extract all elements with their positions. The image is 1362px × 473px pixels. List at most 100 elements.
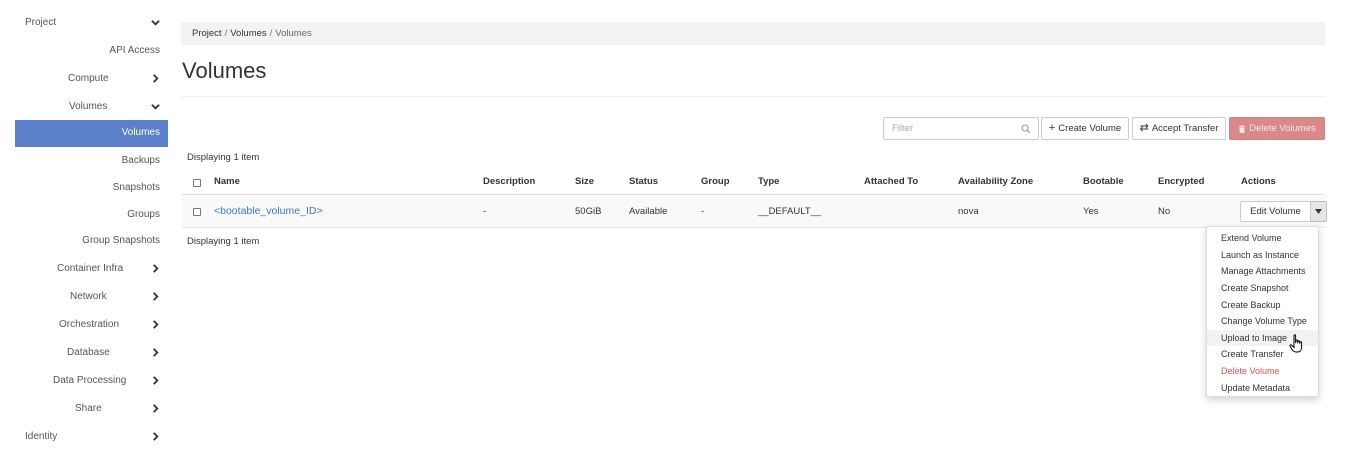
column-header-encrypted[interactable]: Encrypted xyxy=(1158,176,1204,187)
sidebar-item-network[interactable]: Network xyxy=(0,286,170,306)
chevron-right-icon xyxy=(150,430,160,442)
menu-item-manage-attachments[interactable]: Manage Attachments xyxy=(1207,263,1318,280)
volume-size: 50GiB xyxy=(575,206,602,217)
volume-type: __DEFAULT__ xyxy=(758,206,822,217)
column-header-name[interactable]: Name xyxy=(214,176,240,187)
breadcrumb-separator: / xyxy=(269,28,273,39)
delete-volumes-button[interactable]: Delete Volumes xyxy=(1229,117,1325,140)
sidebar-item-label: Backups xyxy=(121,154,160,166)
sidebar-item-label: Groups xyxy=(127,208,160,220)
menu-item-create-snapshot[interactable]: Create Snapshot xyxy=(1207,280,1318,297)
exchange-icon: ⇄ xyxy=(1139,122,1149,134)
sidebar-item-label: Project xyxy=(25,16,57,28)
row-checkbox[interactable] xyxy=(193,208,201,216)
displaying-count-top: Displaying 1 item xyxy=(187,152,260,163)
create-volume-button[interactable]: + Create Volume xyxy=(1041,117,1129,140)
actions-dropdown-toggle[interactable] xyxy=(1311,201,1327,222)
sidebar-item-database[interactable]: Database xyxy=(0,342,170,362)
column-header-type[interactable]: Type xyxy=(758,176,779,187)
sidebar-item-label: Share xyxy=(75,402,102,414)
sidebar-item-label: Volumes xyxy=(69,100,108,112)
sidebar-item-label: Compute xyxy=(68,72,109,84)
caret-down-icon xyxy=(1315,209,1322,214)
column-header-attached-to[interactable]: Attached To xyxy=(864,176,918,187)
volume-description: - xyxy=(483,206,487,217)
filter-box xyxy=(883,117,1039,140)
breadcrumb-item-current: Volumes xyxy=(275,28,312,39)
sidebar-item-label: Group Snapshots xyxy=(82,234,160,246)
plus-icon: + xyxy=(1048,122,1056,134)
sidebar-item-api-access[interactable]: API Access xyxy=(0,40,170,60)
sidebar-item-label: Data Processing xyxy=(53,374,127,386)
menu-item-update-metadata[interactable]: Update Metadata xyxy=(1207,379,1318,396)
sidebar-item-snapshots[interactable]: Snapshots xyxy=(0,177,170,197)
menu-item-change-volume-type[interactable]: Change Volume Type xyxy=(1207,313,1318,330)
delete-volumes-label: Delete Volumes xyxy=(1249,123,1316,134)
sidebar-item-orchestration[interactable]: Orchestration xyxy=(0,314,170,334)
column-header-bootable[interactable]: Bootable xyxy=(1083,176,1124,187)
sidebar-item-label: Container Infra xyxy=(57,262,124,274)
chevron-down-icon xyxy=(150,16,160,28)
displaying-count-bottom: Displaying 1 item xyxy=(187,236,260,247)
table-row: <bootable_volume_ID> - 50GiB Available -… xyxy=(182,196,1327,228)
column-header-description[interactable]: Description xyxy=(483,176,535,187)
chevron-right-icon xyxy=(150,72,160,84)
volume-availability-zone: nova xyxy=(958,206,979,217)
sidebar-item-identity[interactable]: Identity xyxy=(0,426,170,446)
breadcrumb-separator: / xyxy=(224,28,228,39)
breadcrumb: Project / Volumes / Volumes xyxy=(181,22,1325,45)
chevron-right-icon xyxy=(150,402,160,414)
sidebar-item-groups[interactable]: Groups xyxy=(0,204,170,224)
sidebar-item-volumes-group[interactable]: Volumes xyxy=(0,96,170,116)
chevron-right-icon xyxy=(150,262,160,274)
column-header-status[interactable]: Status xyxy=(629,176,658,187)
title-divider xyxy=(182,96,1325,97)
table-header: Name Description Size Status Group Type … xyxy=(182,170,1325,195)
filter-input[interactable] xyxy=(884,118,1009,139)
menu-item-delete-volume[interactable]: Delete Volume xyxy=(1207,363,1318,380)
search-icon[interactable] xyxy=(1021,124,1031,134)
sidebar-item-label: Snapshots xyxy=(112,181,160,193)
sidebar-item-backups[interactable]: Backups xyxy=(0,150,170,170)
breadcrumb-item-project[interactable]: Project xyxy=(192,28,222,39)
chevron-right-icon xyxy=(150,374,160,386)
accept-transfer-label: Accept Transfer xyxy=(1151,123,1219,134)
page-title: Volumes xyxy=(182,58,267,83)
sidebar-item-data-processing[interactable]: Data Processing xyxy=(0,370,170,390)
column-header-size[interactable]: Size xyxy=(575,176,594,187)
column-header-availability-zone[interactable]: Availability Zone xyxy=(958,176,1033,187)
sidebar: Project API Access Compute Volumes Volum… xyxy=(0,0,170,473)
volume-encrypted: No xyxy=(1158,206,1171,217)
edit-volume-button[interactable]: Edit Volume xyxy=(1240,201,1311,222)
sidebar-item-project[interactable]: Project xyxy=(0,12,170,32)
sidebar-item-label: Volumes xyxy=(121,127,160,138)
actions-dropdown-menu: Extend Volume Launch as Instance Manage … xyxy=(1206,226,1319,397)
accept-transfer-button[interactable]: ⇄ Accept Transfer xyxy=(1132,117,1226,140)
hand-cursor-icon xyxy=(1289,334,1303,353)
column-header-group[interactable]: Group xyxy=(701,176,730,187)
sidebar-item-container-infra[interactable]: Container Infra xyxy=(0,258,170,278)
chevron-right-icon xyxy=(150,346,160,358)
sidebar-item-share[interactable]: Share xyxy=(0,398,170,418)
sidebar-item-label: Identity xyxy=(25,430,58,442)
sidebar-item-label: Orchestration xyxy=(59,318,120,330)
sidebar-item-group-snapshots[interactable]: Group Snapshots xyxy=(0,230,170,250)
chevron-right-icon xyxy=(150,290,160,302)
breadcrumb-item-volumes[interactable]: Volumes xyxy=(230,28,266,39)
menu-item-create-backup[interactable]: Create Backup xyxy=(1207,296,1318,313)
select-all-checkbox[interactable] xyxy=(193,179,201,187)
chevron-right-icon xyxy=(150,318,160,330)
sidebar-item-compute[interactable]: Compute xyxy=(0,68,170,88)
column-header-actions: Actions xyxy=(1241,176,1276,187)
volume-bootable: Yes xyxy=(1083,206,1099,217)
menu-item-launch-as-instance[interactable]: Launch as Instance xyxy=(1207,247,1318,264)
sidebar-item-label: API Access xyxy=(109,44,160,56)
create-volume-label: Create Volume xyxy=(1058,123,1122,134)
menu-item-extend-volume[interactable]: Extend Volume xyxy=(1207,230,1318,247)
trash-icon xyxy=(1239,124,1246,133)
sidebar-item-volumes[interactable]: Volumes xyxy=(15,120,168,147)
row-actions: Edit Volume xyxy=(1240,201,1327,222)
sidebar-item-label: Database xyxy=(67,346,110,358)
volume-name-link[interactable]: <bootable_volume_ID> xyxy=(214,205,323,217)
chevron-down-icon xyxy=(150,100,160,112)
